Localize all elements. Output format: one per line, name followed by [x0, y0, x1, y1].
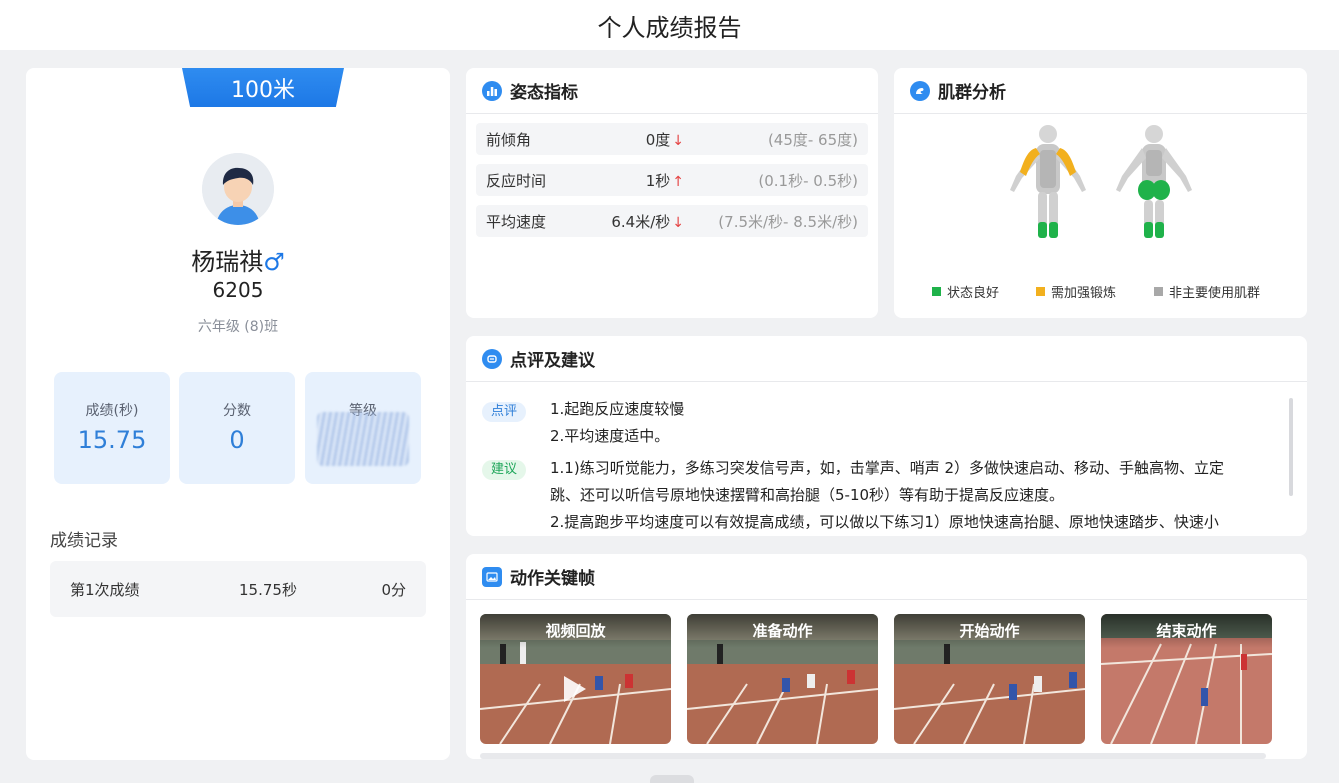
- bottom-drag-handle[interactable]: [650, 775, 694, 783]
- student-name: 杨瑞祺: [191, 248, 264, 276]
- frame-label: 开始动作: [894, 614, 1085, 648]
- legend-swatch-green: [932, 287, 941, 296]
- bar-chart-icon: [482, 80, 502, 101]
- stat-points: 分数 0: [179, 372, 295, 484]
- legend-needs-training: 需加强锻炼: [1036, 282, 1116, 301]
- advice-text: 1.1)练习听觉能力，多练习突发信号声，如，击掌声、哨声 2）多做快速启动、移动…: [550, 459, 1225, 531]
- muscle-card: 肌群分析 状态良好 需加强锻炼 非主要使用肌群: [894, 68, 1307, 318]
- stat-label: 成绩(秒): [85, 403, 139, 419]
- student-profile-card: 100米 杨瑞祺♂ 6205 六年级 (8)班 成绩(秒) 15.75 分数 0…: [26, 68, 450, 760]
- posture-range: (45度- 65度): [767, 131, 858, 149]
- body-muscle-figure: [1010, 125, 1192, 238]
- review-title: 点评及建议: [510, 351, 595, 371]
- event-tab[interactable]: 100米: [182, 68, 344, 107]
- legend-good: 状态良好: [932, 282, 999, 301]
- record-name: 第1次成绩: [70, 580, 140, 599]
- body-front: [1010, 125, 1086, 238]
- posture-row: 前倾角 0度 ↓ (45度- 65度): [476, 123, 868, 155]
- class-info: 六年级 (8)班: [197, 319, 279, 335]
- student-name-row: 杨瑞祺♂: [26, 242, 450, 277]
- image-icon: [482, 566, 502, 587]
- frame-label: 视频回放: [480, 614, 671, 648]
- legend-not-primary: 非主要使用肌群: [1154, 282, 1260, 301]
- stat-score-time: 成绩(秒) 15.75: [54, 372, 170, 484]
- page-title: 个人成绩报告: [597, 13, 742, 42]
- record-row[interactable]: 第1次成绩 15.75秒 0分: [50, 561, 426, 617]
- legend-swatch-gray: [1154, 287, 1163, 296]
- avatar: [202, 153, 274, 225]
- arrow-down-icon: ↓: [672, 215, 684, 231]
- arrow-up-icon: ↑: [672, 174, 684, 190]
- posture-value: 1秒 ↑: [645, 172, 684, 190]
- comment-tag: 点评: [482, 402, 526, 422]
- posture-range: (0.1秒- 0.5秒): [758, 172, 858, 190]
- arrow-down-icon: ↓: [672, 133, 684, 149]
- frame-label: 准备动作: [687, 614, 878, 648]
- legend-swatch-yellow: [1036, 287, 1045, 296]
- body-back: [1116, 125, 1192, 238]
- key-frames-card: 动作关键帧 视频回放 准备动作 开始动作 结束动作: [466, 554, 1307, 759]
- posture-header: 姿态指标: [466, 68, 878, 114]
- muscle-title: 肌群分析: [938, 83, 1006, 103]
- posture-name: 平均速度: [486, 213, 547, 231]
- frame-video-replay[interactable]: 视频回放: [480, 614, 671, 744]
- stat-value: 15.75: [77, 426, 147, 454]
- posture-card: 姿态指标 前倾角 0度 ↓ (45度- 65度) 反应时间 1秒 ↑ (0.1秒- …: [466, 68, 878, 318]
- comment-icon: [482, 348, 502, 369]
- posture-name: 反应时间: [486, 172, 547, 190]
- posture-range: (7.5米/秒- 8.5米/秒): [718, 213, 858, 231]
- review-header: 点评及建议: [466, 336, 1307, 382]
- review-card: 点评及建议 点评 1.起跑反应速度较慢 2.平均速度适中。 建议 1.1)练习听…: [466, 336, 1307, 536]
- student-id: 6205: [212, 278, 264, 302]
- record-time: 15.75秒: [239, 580, 297, 599]
- grade-blurred-stamp: [317, 412, 409, 466]
- records-title: 成绩记录: [50, 531, 118, 551]
- frames-horizontal-scrollbar[interactable]: [480, 753, 1266, 759]
- avatar-icon: [202, 153, 274, 225]
- posture-name: 前倾角: [486, 131, 532, 149]
- page-header: 个人成绩报告: [0, 0, 1339, 50]
- stat-grade: 等级: [305, 372, 421, 484]
- stat-label: 分数: [223, 403, 251, 419]
- frame-ready-pose[interactable]: 准备动作: [687, 614, 878, 744]
- frames-title: 动作关键帧: [510, 569, 595, 589]
- frame-label: 结束动作: [1101, 614, 1272, 648]
- posture-title: 姿态指标: [510, 83, 578, 103]
- posture-row: 反应时间 1秒 ↑ (0.1秒- 0.5秒): [476, 164, 868, 196]
- frames-header: 动作关键帧: [466, 554, 1307, 600]
- stat-value: 0: [229, 426, 245, 454]
- muscle-header: 肌群分析: [894, 68, 1307, 114]
- frame-start-action[interactable]: 开始动作: [894, 614, 1085, 744]
- posture-value: 6.4米/秒 ↓: [611, 213, 684, 231]
- gender-male-icon: ♂: [263, 248, 285, 276]
- posture-row: 平均速度 6.4米/秒 ↓ (7.5米/秒- 8.5米/秒): [476, 205, 868, 237]
- play-icon[interactable]: [564, 676, 586, 702]
- frame-end-action[interactable]: 结束动作: [1101, 614, 1272, 744]
- record-score: 0分: [381, 580, 406, 599]
- advice-tag: 建议: [482, 460, 526, 480]
- posture-value: 0度 ↓: [645, 131, 684, 149]
- muscle-icon: [910, 80, 930, 101]
- review-scrollbar[interactable]: [1289, 398, 1293, 496]
- comment-text: 1.起跑反应速度较慢 2.平均速度适中。: [550, 400, 685, 445]
